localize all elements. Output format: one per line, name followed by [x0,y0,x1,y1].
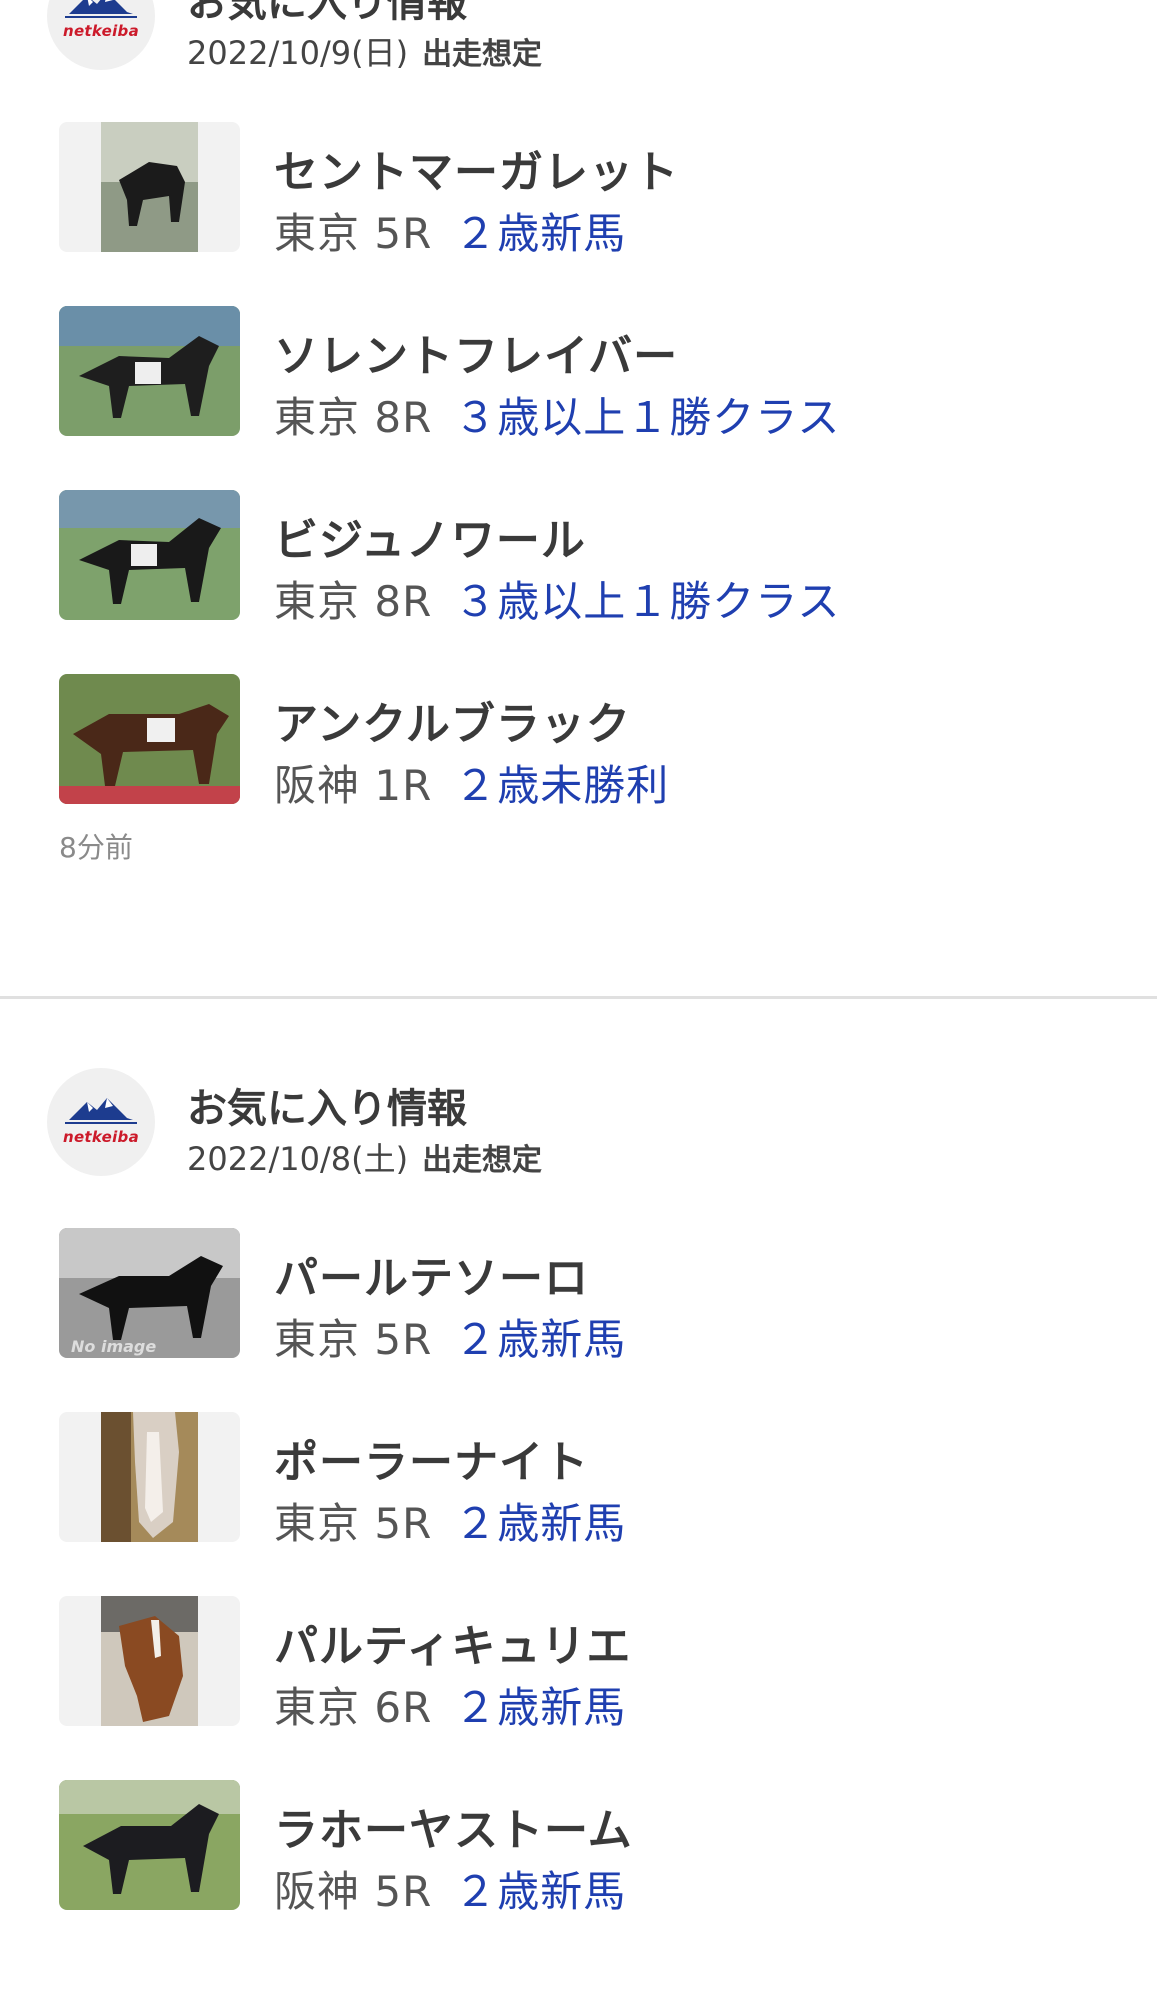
race-venue: 東京 5R [274,209,433,258]
logo-text: netkeiba [62,1128,140,1146]
horse-photo [59,122,240,252]
horse-item[interactable]: ソレントフレイバー 東京 8R ３歳以上１勝クラス [0,306,1157,490]
card-subtitle: 2022/10/9(日) 出走想定 [187,28,542,74]
card-title: お気に入り情報 [187,0,467,26]
race-info: 東京 5R ２歳新馬 [274,1490,626,1551]
horse-name: セントマーガレット [274,147,679,198]
horse-photo [59,1596,240,1726]
race-class: ３歳以上１勝クラス [454,393,841,442]
race-class: ２歳未勝利 [454,761,670,810]
race-info: 阪神 1R ２歳未勝利 [274,752,669,813]
card-subtitle: 2022/10/8(土) 出走想定 [187,1134,542,1180]
logo-text: netkeiba [62,22,140,40]
horse-item[interactable]: アンクルブラック 阪神 1R ２歳未勝利 [0,674,1157,858]
race-class: ２歳新馬 [454,1315,627,1364]
netkeiba-logo: netkeiba [47,1068,155,1176]
horse-item[interactable]: No image パールテソーロ 東京 5R ２歳新馬 [0,1228,1157,1412]
horse-photo [59,674,240,804]
horse-name: パルティキュリエ [274,1621,632,1672]
race-info: 東京 5R ２歳新馬 [274,1306,626,1367]
race-info: 阪神 5R ２歳新馬 [274,1858,626,1919]
race-info: 東京 8R ３歳以上１勝クラス [274,568,840,629]
race-venue: 阪神 5R [274,1867,433,1916]
horse-item[interactable]: ポーラーナイト 東京 5R ２歳新馬 [0,1412,1157,1596]
horse-list: セントマーガレット 東京 5R ２歳新馬 ソレントフレイバー 東京 8R ３歳以上１… [0,122,1157,858]
card-header: netkeiba お気に入り情報 2022/10/8(土) 出走想定 [47,1068,1147,1178]
horse-photo [59,1412,240,1542]
race-venue: 東京 8R [274,577,433,626]
race-class: ２歳新馬 [454,1683,627,1732]
horse-item[interactable]: セントマーガレット 東京 5R ２歳新馬 [0,122,1157,306]
horse-item[interactable]: パルティキュリエ 東京 6R ２歳新馬 [0,1596,1157,1780]
netkeiba-logo: netkeiba [47,0,155,70]
horse-photo [59,1780,240,1910]
race-class: ２歳新馬 [454,209,627,258]
race-info: 東京 6R ２歳新馬 [274,1674,626,1735]
race-venue: 東京 8R [274,393,433,442]
horse-name: アンクルブラック [274,699,631,750]
section-divider [0,996,1157,999]
horse-name: ラホーヤストーム [274,1805,633,1856]
horse-name: ポーラーナイト [274,1437,589,1488]
card-header: netkeiba お気に入り情報 2022/10/9(日) 出走想定 [47,0,1147,72]
race-date: 2022/10/8(土) [187,1140,409,1178]
race-info: 東京 5R ２歳新馬 [274,200,626,261]
horse-photo: No image [59,1228,240,1358]
race-class: ２歳新馬 [454,1867,627,1916]
entry-tag: 出走想定 [422,1143,543,1178]
race-info: 東京 8R ３歳以上１勝クラス [274,384,840,445]
horse-name: ビジュノワール [274,515,586,566]
card-title: お気に入り情報 [187,1086,467,1132]
race-class: ２歳新馬 [454,1499,627,1548]
entry-tag: 出走想定 [422,37,543,72]
race-venue: 東京 6R [274,1683,433,1732]
race-venue: 阪神 1R [274,761,433,810]
race-venue: 東京 5R [274,1315,433,1364]
horse-photo [59,306,240,436]
horse-name: パールテソーロ [274,1253,589,1304]
time-ago: 8分前 [59,831,133,864]
horse-list: No image パールテソーロ 東京 5R ２歳新馬 ポーラーナイト 東京 5R… [0,1228,1157,1964]
no-image-label: No image [71,1337,156,1356]
horse-photo [59,490,240,620]
horse-name: ソレントフレイバー [274,331,679,382]
horse-item[interactable]: ラホーヤストーム 阪神 5R ２歳新馬 [0,1780,1157,1964]
race-venue: 東京 5R [274,1499,433,1548]
race-date: 2022/10/9(日) [187,34,409,72]
race-class: ３歳以上１勝クラス [454,577,841,626]
horse-item[interactable]: ビジュノワール 東京 8R ３歳以上１勝クラス [0,490,1157,674]
